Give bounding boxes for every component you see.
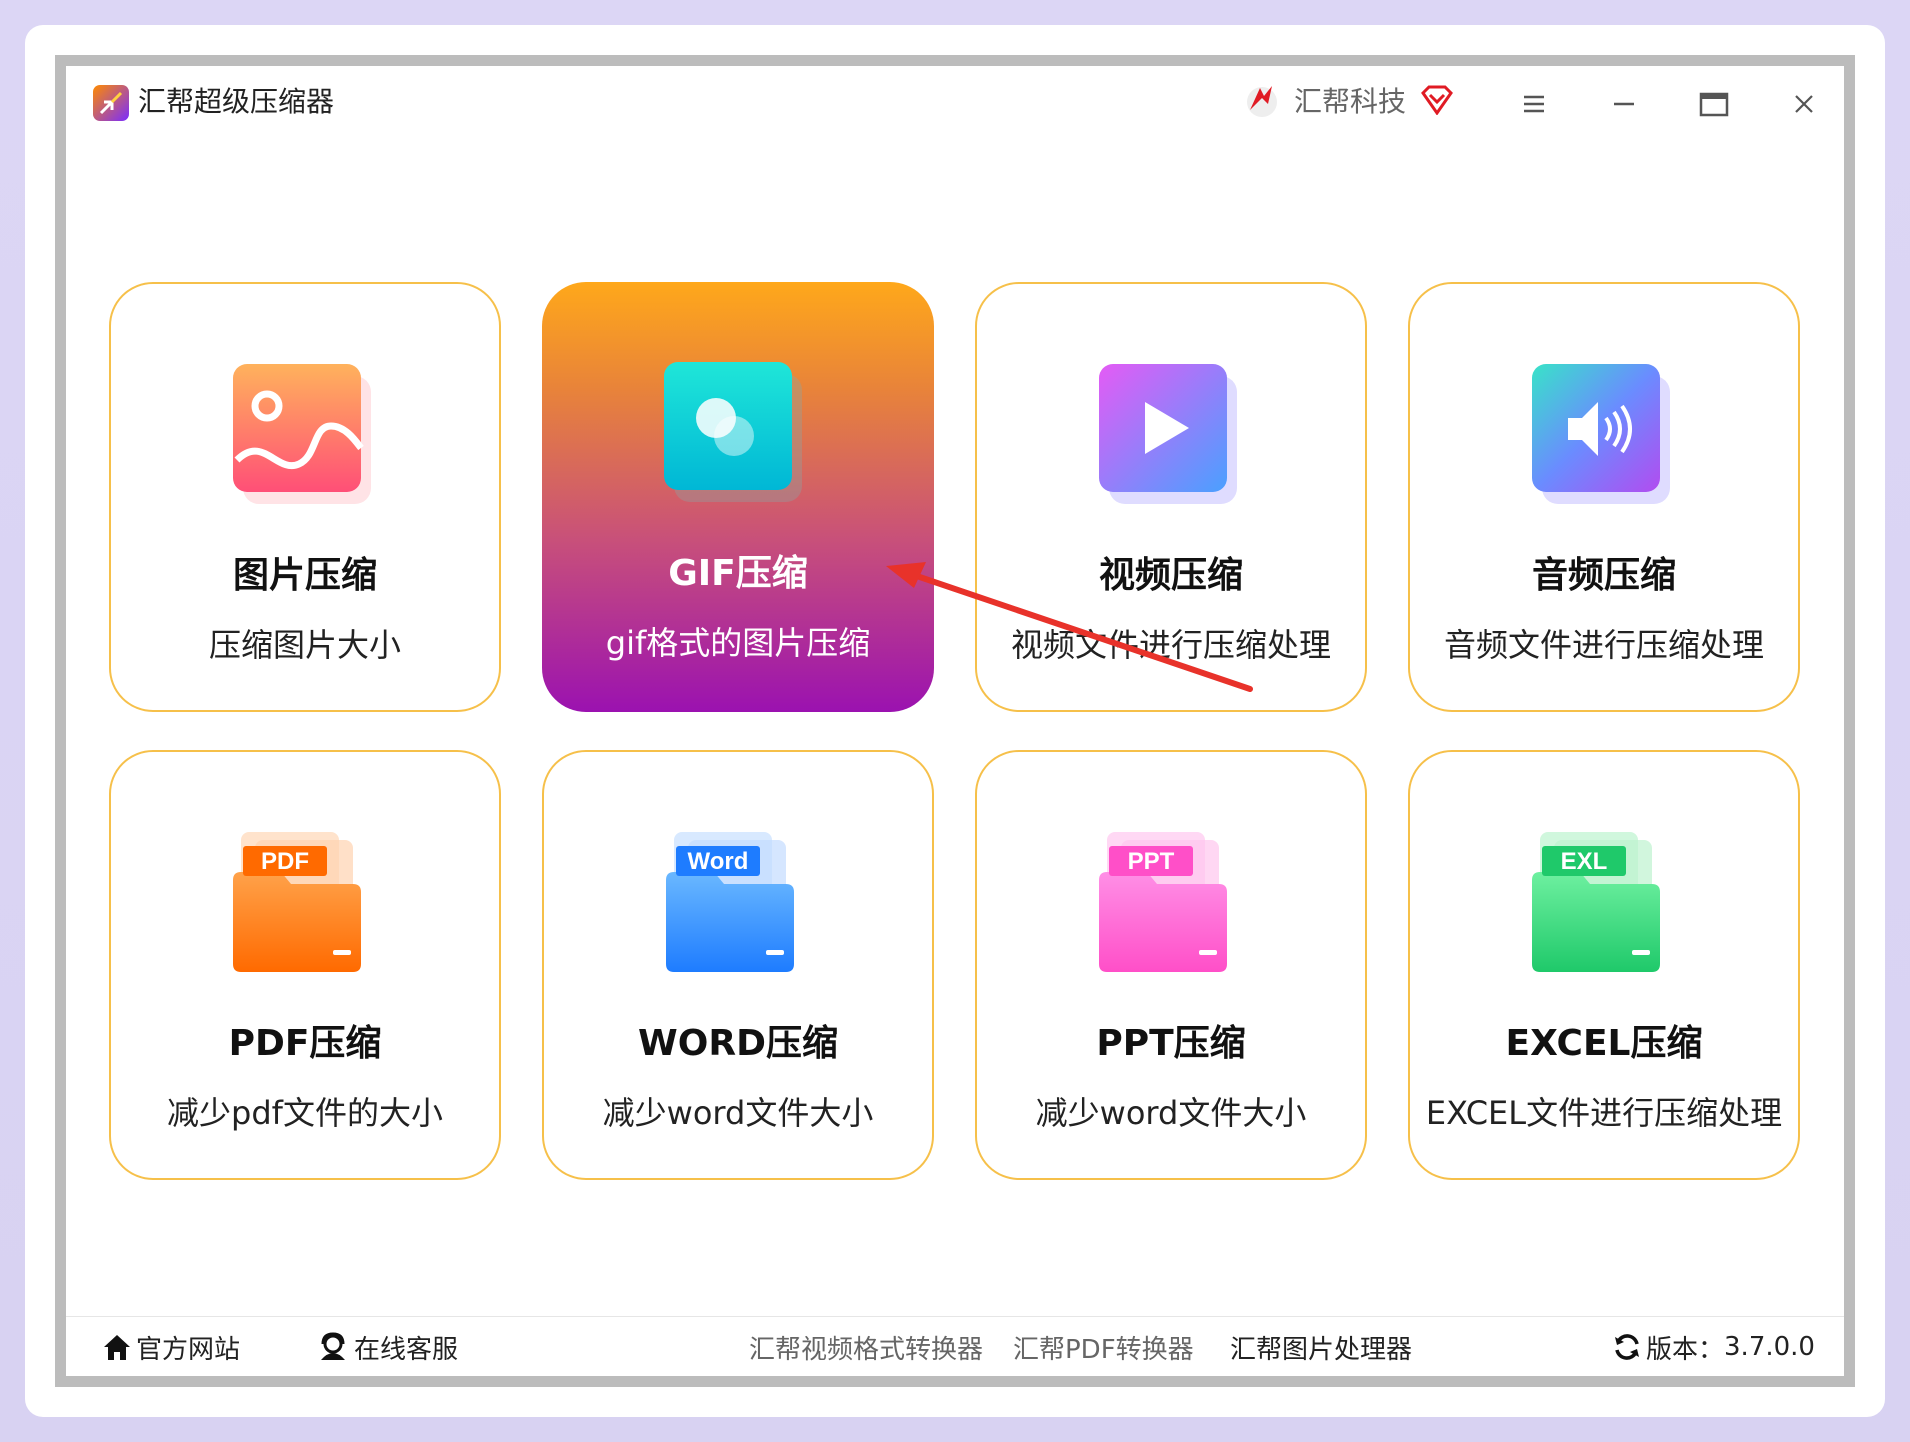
brand-logo-icon [1247,86,1277,117]
card-gif-compress[interactable]: GIF压缩 gif格式的图片压缩 [542,282,934,712]
maximize-button[interactable] [1694,84,1734,124]
ppt-folder-icon: PPT [1099,832,1227,972]
image-processor-label: 汇帮图片处理器 [1230,1334,1413,1365]
official-website-label: 官方网站 [136,1334,241,1365]
video-play-icon [1099,364,1237,504]
file-tag: PDF [261,848,309,875]
customer-service-icon [321,1332,345,1360]
app-window: 汇帮超级压缩器 汇帮科技 图片压缩 压缩图片大小 GIF压缩 gif格式的图片压… [66,66,1844,1376]
hamburger-icon [1524,95,1544,113]
card-image-compress[interactable]: 图片压缩 压缩图片大小 [109,282,501,712]
card-title: PDF压缩 [228,1023,382,1064]
excel-folder-icon: EXL [1532,832,1660,972]
close-icon [1795,95,1813,113]
word-folder-icon: Word [666,832,794,972]
close-button[interactable] [1784,84,1824,124]
version-info[interactable]: 版本： 3.7.0.0 [1612,1322,1815,1372]
card-title: PPT压缩 [1096,1023,1246,1064]
card-pdf-compress[interactable]: PDF PDF压缩 减少pdf文件的大小 [109,750,501,1180]
file-tag: PPT [1128,848,1175,875]
online-service-link[interactable]: 在线客服 [318,1322,458,1372]
card-ppt-compress[interactable]: PPT PPT压缩 减少word文件大小 [975,750,1367,1180]
minimize-icon [1614,102,1634,106]
card-audio-compress[interactable]: 音频压缩 音频文件进行压缩处理 [1408,282,1800,712]
card-title: 音频压缩 [1531,555,1676,596]
version-label: 版本： [1646,1334,1725,1365]
pdf-folder-icon: PDF [233,832,361,972]
card-desc: 减少pdf文件的大小 [167,1094,443,1132]
home-icon [104,1335,130,1360]
card-title: 图片压缩 [232,555,377,596]
audio-speaker-icon [1532,364,1670,504]
card-desc: 视频文件进行压缩处理 [1010,626,1331,664]
brand-text: 汇帮科技 [1294,85,1407,118]
card-desc: EXCEL文件进行压缩处理 [1425,1094,1783,1132]
card-title: WORD压缩 [638,1023,838,1064]
official-website-link[interactable]: 官方网站 [102,1322,240,1372]
card-desc: 压缩图片大小 [208,626,401,664]
card-title: 视频压缩 [1098,555,1243,596]
card-video-compress[interactable]: 视频压缩 视频文件进行压缩处理 [975,282,1367,712]
gif-icon [664,362,802,502]
image-icon [233,364,371,504]
card-excel-compress[interactable]: EXL EXCEL压缩 EXCEL文件进行压缩处理 [1408,750,1800,1180]
card-desc: gif格式的图片压缩 [605,624,871,662]
refresh-icon [1615,1334,1639,1360]
pdf-converter-link[interactable]: 汇帮PDF转换器 [1013,1322,1194,1372]
card-title: EXCEL压缩 [1505,1023,1703,1064]
card-desc: 减少word文件大小 [1035,1094,1307,1132]
maximize-icon [1699,92,1729,117]
card-title: GIF压缩 [668,553,808,594]
pdf-converter-label: 汇帮PDF转换器 [1013,1334,1194,1365]
footer-divider [66,1316,1844,1317]
menu-button[interactable] [1514,84,1554,124]
card-desc: 音频文件进行压缩处理 [1443,626,1764,664]
video-converter-label: 汇帮视频格式转换器 [749,1334,984,1365]
minimize-button[interactable] [1604,84,1644,124]
card-word-compress[interactable]: Word WORD压缩 减少word文件大小 [542,750,934,1180]
card-desc: 减少word文件大小 [602,1094,874,1132]
file-tag: Word [688,848,749,875]
app-logo-icon [93,85,129,121]
image-processor-link[interactable]: 汇帮图片处理器 [1230,1322,1412,1372]
online-service-label: 在线客服 [354,1334,459,1365]
vip-diamond-icon[interactable] [1420,85,1454,115]
app-title: 汇帮超级压缩器 [138,85,335,118]
version-number: 3.7.0.0 [1724,1332,1815,1362]
video-converter-link[interactable]: 汇帮视频格式转换器 [749,1322,983,1372]
file-tag: EXL [1561,848,1608,875]
brand-area[interactable]: 汇帮科技 [1242,78,1454,122]
